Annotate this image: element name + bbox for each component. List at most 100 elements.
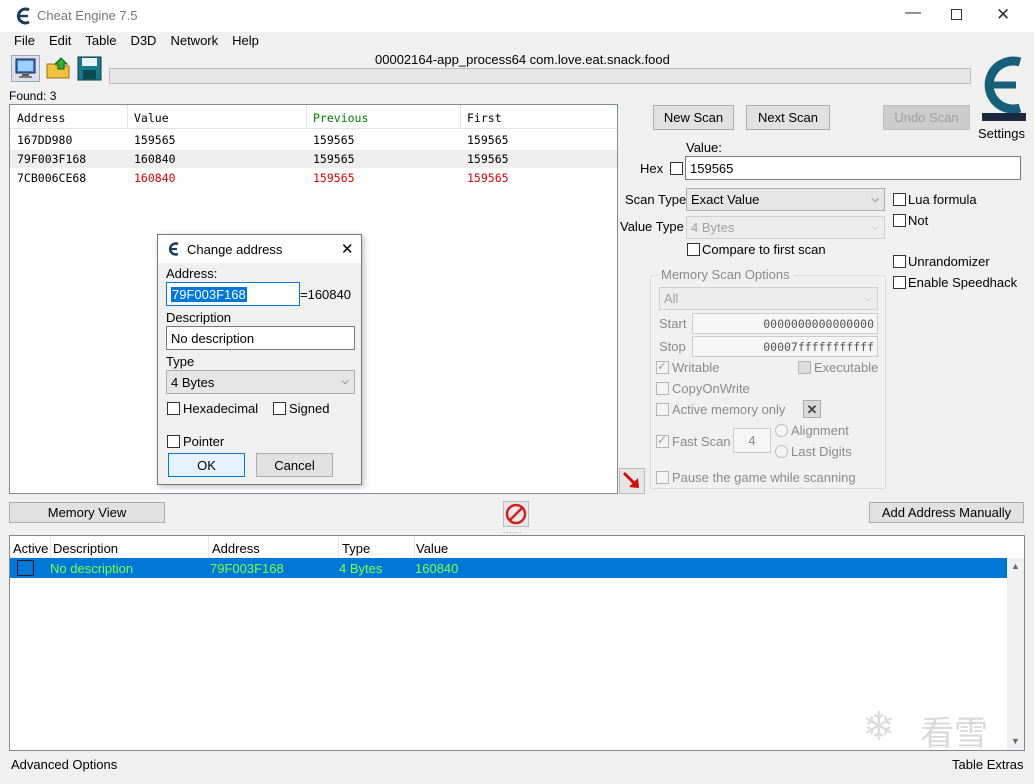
chevron-down-icon: ⌵ xyxy=(871,221,879,233)
copyonwrite-checkbox[interactable] xyxy=(656,382,669,395)
signed-checkbox[interactable] xyxy=(273,402,286,415)
scroll-down-icon[interactable]: ▼ xyxy=(1011,736,1020,746)
menu-table[interactable]: Table xyxy=(85,33,116,51)
results-header-previous[interactable]: Previous xyxy=(313,111,368,125)
fast-scan-checkbox[interactable] xyxy=(656,433,669,448)
row-previous: 159565 xyxy=(313,171,355,185)
pointer-checkbox[interactable] xyxy=(167,435,180,448)
next-scan-button[interactable]: Next Scan xyxy=(746,105,830,130)
row-first: 159565 xyxy=(467,171,509,185)
advanced-options-link[interactable]: Advanced Options xyxy=(11,757,117,772)
open-process-button[interactable] xyxy=(11,55,40,82)
stop-label: Stop xyxy=(659,339,686,354)
computer-icon xyxy=(15,58,36,78)
hex-checkbox[interactable] xyxy=(670,162,683,175)
not-checkbox[interactable] xyxy=(893,214,906,227)
header-address[interactable]: Address xyxy=(212,541,260,556)
fast-scan-input[interactable]: 4 xyxy=(733,428,771,453)
type-label: Type xyxy=(166,354,195,369)
menu-help[interactable]: Help xyxy=(232,33,259,51)
results-header-first[interactable]: First xyxy=(467,111,502,125)
cheat-engine-big-logo-icon[interactable] xyxy=(974,50,1030,124)
description-input[interactable]: No description xyxy=(166,326,355,350)
description-label: Description xyxy=(166,310,232,325)
executable-checkbox[interactable] xyxy=(798,361,811,374)
address-value: 79F003F168 xyxy=(171,286,247,302)
header-value[interactable]: Value xyxy=(416,541,448,556)
add-to-list-button[interactable] xyxy=(619,468,645,494)
scroll-up-icon[interactable]: ▲ xyxy=(1011,561,1020,571)
row-first: 159565 xyxy=(467,133,509,147)
value-type-label: Value Type xyxy=(620,219,684,234)
results-header: Address Value Previous First xyxy=(10,105,617,129)
table-row[interactable]: 79F003F168 160840 159565 159565 xyxy=(10,150,617,168)
settings-label[interactable]: Settings xyxy=(978,126,1025,141)
undo-scan-button[interactable]: Undo Scan xyxy=(883,105,970,130)
cheat-engine-logo-icon xyxy=(16,7,30,25)
active-memory-checkbox[interactable] xyxy=(656,403,669,416)
last-digits-radio[interactable] xyxy=(775,445,788,458)
value-input[interactable]: 159565 xyxy=(685,156,1021,180)
memory-view-button[interactable]: Memory View xyxy=(9,502,165,523)
chevron-down-icon: ⌵ xyxy=(341,375,349,387)
stop-icon[interactable] xyxy=(503,501,529,527)
header-description[interactable]: Description xyxy=(53,541,118,556)
active-checkbox[interactable] xyxy=(17,560,34,576)
table-row[interactable]: 7CB006CE68 160840 159565 159565 xyxy=(10,169,617,187)
splitter-handle[interactable]: ...... xyxy=(503,526,522,535)
scrollbar[interactable]: ▲ ▼ xyxy=(1007,558,1024,750)
address-input[interactable]: 79F003F168 xyxy=(166,282,300,306)
maximize-icon[interactable] xyxy=(951,9,962,20)
type-value: 4 Bytes xyxy=(171,374,215,390)
menu-d3d[interactable]: D3D xyxy=(130,33,156,51)
pause-game-checkbox[interactable] xyxy=(656,471,669,484)
clear-icon[interactable]: ✕ xyxy=(803,400,821,418)
header-type[interactable]: Type xyxy=(342,541,370,556)
folder-open-icon xyxy=(46,57,70,79)
stop-input[interactable]: 00007fffffffffff xyxy=(692,336,878,357)
new-scan-button[interactable]: New Scan xyxy=(653,105,734,130)
results-header-address[interactable]: Address xyxy=(17,111,65,125)
add-address-manually-button[interactable]: Add Address Manually xyxy=(869,502,1024,523)
row-first: 159565 xyxy=(467,152,509,166)
dialog-title: Change address xyxy=(187,242,283,257)
dialog-close-icon[interactable]: ✕ xyxy=(341,240,354,258)
row-type: 4 Bytes xyxy=(339,561,383,576)
results-header-value[interactable]: Value xyxy=(134,111,169,125)
unrandomizer-checkbox[interactable] xyxy=(893,255,906,268)
found-count: Found: 3 xyxy=(9,89,57,103)
table-extras-link[interactable]: Table Extras xyxy=(952,757,1024,772)
start-label: Start xyxy=(659,316,687,331)
table-row[interactable]: No description 79F003F168 4 Bytes 160840 xyxy=(10,558,1007,578)
header-active[interactable]: Active xyxy=(13,541,48,556)
menu-file[interactable]: File xyxy=(14,33,35,51)
writable-checkbox[interactable] xyxy=(656,359,669,374)
close-icon[interactable]: ✕ xyxy=(996,5,1010,25)
signed-label: Signed xyxy=(289,401,330,416)
compare-first-checkbox[interactable] xyxy=(687,243,700,256)
hex-label: Hex xyxy=(640,161,664,176)
pause-game-label: Pause the game while scanning xyxy=(672,470,856,485)
value-type-select[interactable]: 4 Bytes ⌵ xyxy=(686,216,885,239)
minimize-icon[interactable]: — xyxy=(905,4,921,22)
open-file-button[interactable] xyxy=(44,55,73,82)
address-table[interactable]: Active Description Address Type Value No… xyxy=(9,535,1025,754)
lua-formula-checkbox[interactable] xyxy=(893,193,906,206)
save-button[interactable] xyxy=(76,55,103,82)
scan-type-value: Exact Value xyxy=(691,192,760,207)
ok-button[interactable]: OK xyxy=(168,453,245,477)
start-input[interactable]: 0000000000000000 xyxy=(692,313,878,334)
speedhack-checkbox[interactable] xyxy=(893,276,906,289)
menu-edit[interactable]: Edit xyxy=(49,33,71,51)
scan-type-select[interactable]: Exact Value ⌵ xyxy=(686,188,885,211)
hexadecimal-checkbox[interactable] xyxy=(167,402,180,415)
region-value: All xyxy=(664,291,679,306)
type-select[interactable]: 4 Bytes ⌵ xyxy=(166,370,355,394)
menu-network[interactable]: Network xyxy=(170,33,218,51)
table-row[interactable]: 167DD980 159565 159565 159565 xyxy=(10,131,617,149)
alignment-radio[interactable] xyxy=(775,424,788,437)
alignment-label: Alignment xyxy=(791,423,849,438)
region-select[interactable]: All ⌵ xyxy=(659,287,878,310)
cancel-button[interactable]: Cancel xyxy=(256,453,333,477)
value-label: Value: xyxy=(686,140,722,155)
